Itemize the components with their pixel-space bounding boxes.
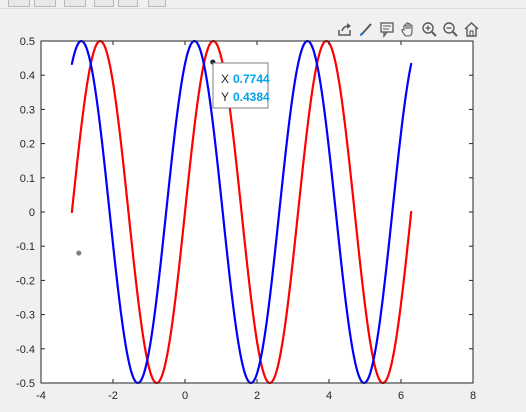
- figure-canvas: -4 -2 0 2 4 6 8 -0.5 -0.4 -0.3 -0.2 -0.1 0 0.1 0.2 0.3 0…: [16, 36, 476, 402]
- data-marker-2[interactable]: [75, 249, 83, 257]
- zoom-in-icon: [422, 22, 437, 37]
- y-tick-label: -0.3: [16, 310, 35, 322]
- data-tips-button[interactable]: [378, 20, 397, 39]
- pan-icon: [401, 22, 413, 37]
- home-icon: [464, 22, 479, 37]
- zoom-out-icon: [443, 22, 458, 37]
- datatip-x-value: 0.7744: [233, 72, 270, 86]
- zoom-in-button[interactable]: [420, 20, 439, 39]
- y-tick-label: 0: [29, 207, 35, 219]
- x-tick-label: 8: [470, 390, 476, 402]
- y-tick-label: -0.1: [16, 241, 35, 253]
- y-tick-label: 0.5: [20, 36, 35, 48]
- y-tick-label: 0.1: [20, 173, 35, 185]
- y-tick-label: -0.2: [16, 275, 35, 287]
- y-tick-label: 0.3: [20, 104, 35, 116]
- zoom-out-button[interactable]: [441, 20, 460, 39]
- datatip[interactable]: X 0.7744 Y 0.4384: [212, 62, 270, 109]
- brush-icon: [360, 23, 372, 36]
- datatip-x-label: X: [221, 72, 229, 86]
- x-tick-label: 4: [326, 390, 332, 402]
- axes-toolbar: [336, 20, 481, 40]
- y-tick-label: -0.5: [16, 378, 35, 390]
- x-tick-label: 0: [182, 390, 188, 402]
- x-tick-label: 2: [254, 390, 260, 402]
- datatip-y-label: Y: [221, 90, 229, 104]
- y-tick-label: 0.2: [20, 139, 35, 151]
- y-tick-label: 0.4: [20, 70, 35, 82]
- y-tick-label: -0.4: [16, 344, 35, 356]
- x-tick-label: 6: [398, 390, 404, 402]
- pan-button[interactable]: [399, 20, 418, 39]
- x-tick-label: -4: [36, 390, 46, 402]
- data-tips-icon: [380, 22, 394, 38]
- datatip-y-value: 0.4384: [233, 90, 270, 104]
- home-button[interactable]: [462, 20, 481, 39]
- brush-button[interactable]: [357, 20, 376, 39]
- export-icon: [338, 23, 351, 36]
- export-button[interactable]: [336, 20, 355, 39]
- x-tick-label: -2: [108, 390, 118, 402]
